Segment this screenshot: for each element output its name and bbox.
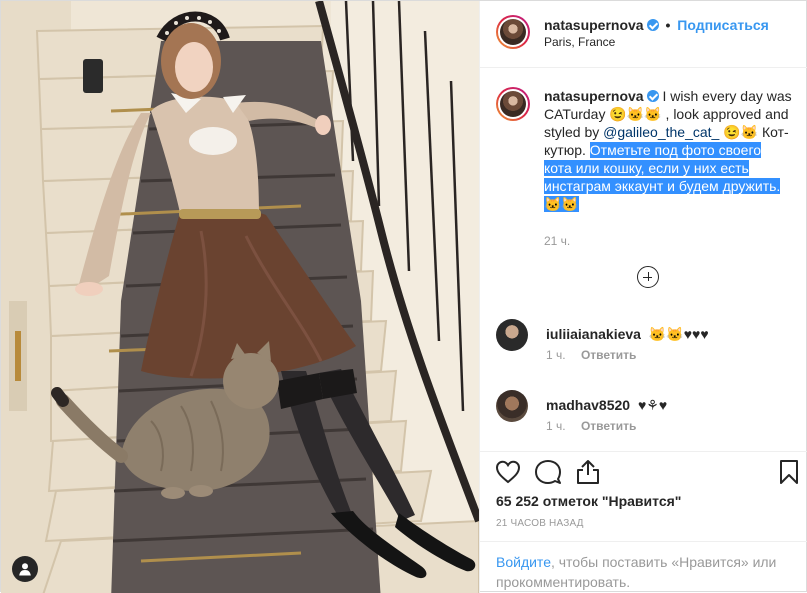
comment-time[interactable]: 1 ч.	[546, 348, 566, 362]
comment-body: ♥⚘♥	[637, 397, 668, 413]
login-link[interactable]: Войдите	[496, 554, 551, 570]
caption-username[interactable]: natasupernova	[544, 88, 644, 104]
post-photo[interactable]	[1, 1, 479, 593]
comment-icon[interactable]	[534, 458, 562, 486]
user-tag-icon	[19, 563, 31, 576]
photo-illustration	[1, 1, 479, 593]
comment-body: 🐱🐱♥♥♥	[648, 326, 709, 342]
commenter-avatar[interactable]	[496, 390, 528, 422]
reply-button[interactable]: Ответить	[581, 348, 636, 362]
caption-time[interactable]: 21 ч.	[544, 234, 570, 248]
verified-badge-icon	[646, 19, 659, 31]
header-separator: •	[665, 17, 671, 33]
comment-username[interactable]: madhav8520	[546, 397, 630, 413]
caption-avatar[interactable]	[496, 87, 530, 121]
share-icon[interactable]	[574, 458, 602, 486]
header-username[interactable]: natasupernova	[544, 17, 644, 33]
caption-mention[interactable]: @galileo_the_cat_	[603, 124, 719, 140]
post-side-panel: natasupernova • Подписаться Paris, Franc…	[479, 1, 807, 593]
follow-button[interactable]: Подписаться	[677, 17, 769, 33]
comment-meta: 1 ч. Ответить	[546, 348, 648, 362]
plus-circle-icon[interactable]	[637, 266, 659, 288]
comment-username[interactable]: iuliiaianakieva	[546, 326, 641, 342]
bookmark-icon[interactable]	[775, 458, 803, 486]
comment-text-line: iuliiaianakieva 🐱🐱♥♥♥	[546, 326, 709, 343]
login-prompt: Войдите, чтобы поставить «Нравится» или …	[480, 541, 807, 593]
like-count[interactable]: 65 252 отметок "Нравится"	[496, 493, 681, 509]
caption-text: natasupernova I wish every day was CATur…	[544, 87, 792, 213]
action-bar	[480, 451, 807, 491]
post-timestamp[interactable]: 21 ЧАСОВ НАЗАД	[496, 518, 584, 529]
heart-icon[interactable]	[494, 458, 522, 486]
author-avatar[interactable]	[496, 15, 530, 49]
comment-item: iuliiaianakieva 🐱🐱♥♥♥ 1 ч. Ответить	[496, 319, 796, 369]
reply-button[interactable]: Ответить	[581, 419, 636, 433]
user-tag-button[interactable]	[12, 556, 38, 582]
comment-item: madhav8520 ♥⚘♥ 1 ч. Ответить	[496, 390, 796, 440]
comment-text-line: madhav8520 ♥⚘♥	[546, 397, 667, 414]
commenter-avatar[interactable]	[496, 319, 528, 351]
location-link[interactable]: Paris, France	[544, 35, 615, 49]
comment-meta: 1 ч. Ответить	[546, 419, 648, 433]
post-header: natasupernova • Подписаться Paris, Franc…	[480, 1, 807, 68]
comment-time[interactable]: 1 ч.	[546, 419, 566, 433]
instagram-post: natasupernova • Подписаться Paris, Franc…	[0, 0, 807, 593]
verified-badge-icon	[646, 90, 659, 102]
header-user-line: natasupernova • Подписаться	[544, 17, 769, 33]
